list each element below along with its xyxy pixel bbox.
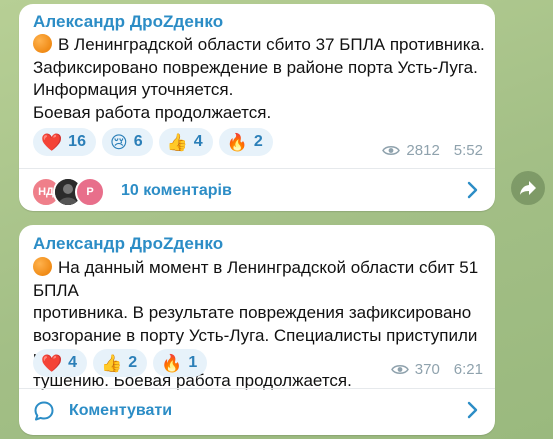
reactions-bar: ❤️ 4 👍 2 🔥 1 (33, 349, 208, 377)
commenter-avatars: НД Р (31, 177, 109, 207)
message-text: В Ленинградской области сбито 37 БПЛА пр… (33, 34, 489, 124)
timestamp: 5:52 (453, 142, 483, 159)
heart-icon: ❤️ (41, 353, 63, 373)
orange-circle-icon (33, 34, 52, 53)
reaction-count: 6 (133, 133, 143, 150)
message-bubble[interactable]: Александр ДроZденко В Ленинградской обла… (19, 4, 495, 211)
author-name[interactable]: Александр ДроZденко (33, 12, 223, 32)
reaction-crying[interactable]: 😢 6 (101, 128, 153, 156)
reaction-count: 2 (128, 354, 138, 371)
reactions-bar: ❤️ 16 😢 6 👍 4 🔥 2 (33, 128, 273, 156)
message-line: На данный момент в Ленинградской области… (33, 258, 479, 300)
thumbs-up-icon: 👍 (101, 353, 123, 373)
message-line: Зафиксировано повреждение в районе порта… (33, 57, 478, 77)
comments-count-label: 10 коментарів (121, 182, 232, 199)
reaction-count: 4 (193, 133, 203, 150)
message-line: В Ленинградской области сбито 37 БПЛА пр… (58, 35, 485, 54)
chevron-right-icon (467, 181, 478, 199)
fire-icon: 🔥 (161, 353, 183, 373)
view-count: 2812 (406, 142, 440, 159)
reaction-heart[interactable]: ❤️ 16 (33, 128, 96, 156)
view-count: 370 (414, 361, 440, 378)
message-line: Информация уточняется. (33, 80, 234, 99)
message-meta: 370 6:21 (390, 361, 483, 378)
reaction-count: 1 (188, 354, 198, 371)
share-button[interactable] (511, 171, 545, 205)
reaction-count: 2 (253, 133, 263, 150)
reaction-fire[interactable]: 🔥 2 (218, 128, 273, 156)
message-line: Боевая работа продолжается. (33, 102, 272, 122)
heart-icon: ❤️ (41, 132, 63, 152)
reaction-heart[interactable]: ❤️ 4 (33, 349, 88, 377)
reaction-thumbs-up[interactable]: 👍 2 (93, 349, 148, 377)
orange-circle-icon (33, 257, 52, 276)
reaction-count: 4 (68, 354, 78, 371)
reaction-fire[interactable]: 🔥 1 (153, 349, 208, 377)
forward-arrow-icon (520, 181, 536, 195)
eye-icon (390, 365, 409, 374)
message-bubble[interactable]: Александр ДроZденко На данный момент в Л… (19, 225, 495, 435)
comments-button[interactable]: НД Р 10 коментарів (19, 169, 495, 211)
chevron-right-icon (467, 401, 478, 419)
message-meta: 2812 5:52 (382, 142, 483, 159)
thumbs-up-icon: 👍 (166, 132, 188, 152)
crying-face-icon: 😢 (109, 132, 128, 152)
comment-action-label: Коментувати (69, 402, 173, 419)
reaction-thumbs-up[interactable]: 👍 4 (158, 128, 213, 156)
comment-button[interactable]: Коментувати (19, 389, 495, 433)
eye-icon (382, 146, 401, 155)
fire-icon: 🔥 (226, 132, 248, 152)
comment-bubble-icon (34, 401, 54, 421)
timestamp: 6:21 (453, 361, 483, 378)
author-name[interactable]: Александр ДроZденко (33, 234, 223, 254)
avatar: Р (75, 177, 105, 207)
message-line: противника. В результате повреждения заф… (33, 303, 472, 322)
reaction-count: 16 (68, 133, 86, 150)
